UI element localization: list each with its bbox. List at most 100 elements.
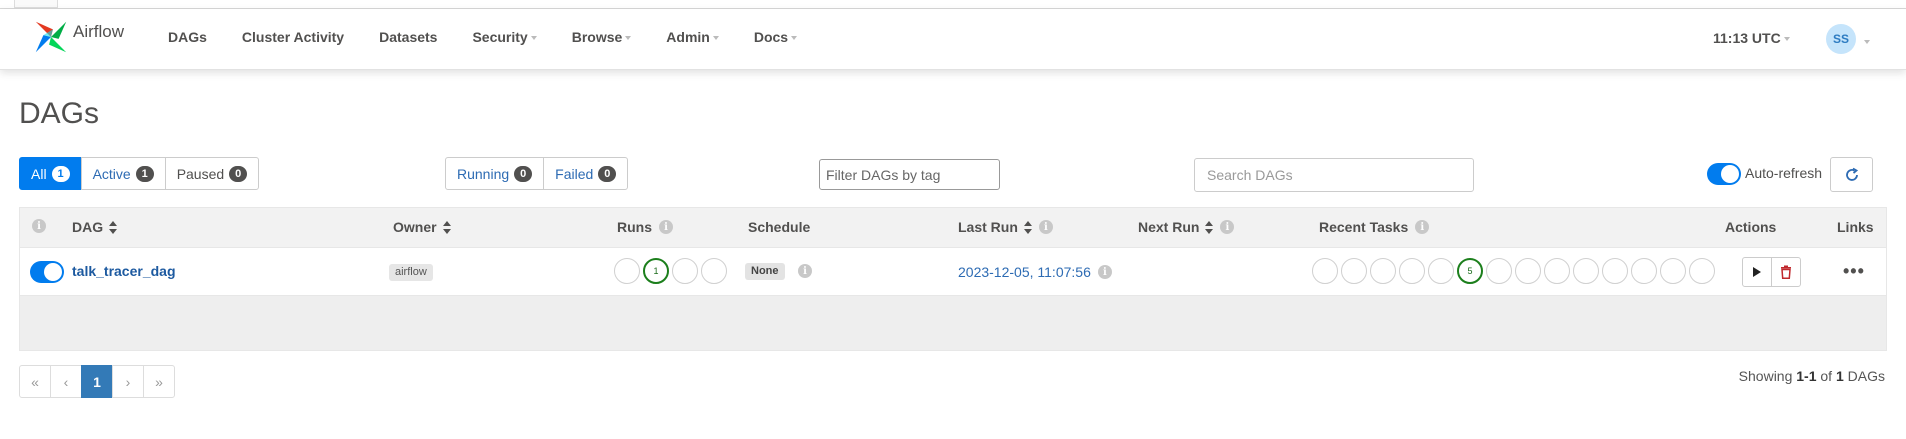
timezone-dropdown[interactable]: 11:13 UTC [1713,30,1790,46]
nav-browse-label: Browse [571,29,623,45]
chevron-down-icon [530,36,537,40]
task-status-circle[interactable] [1631,258,1657,284]
page-next-button[interactable]: › [112,365,144,398]
sort-icon [1023,220,1032,234]
auto-refresh-label: Auto-refresh [1745,165,1823,181]
header-schedule-label: Schedule [748,219,811,235]
nav-cluster-activity[interactable]: Cluster Activity [242,29,344,45]
user-avatar[interactable]: SS [1826,24,1856,54]
filter-failed-label: Failed [555,165,594,182]
task-status-circle[interactable] [1399,258,1425,284]
header-actions: Actions [1725,219,1776,235]
brand-name: Airflow [73,22,125,41]
tag-filter-input[interactable] [819,159,1000,190]
page-current-button[interactable]: 1 [81,365,113,398]
task-status-circle[interactable] [1544,258,1570,284]
task-status-circle[interactable] [1515,258,1541,284]
header-runs-label: Runs [617,219,652,235]
nav-security[interactable]: Security [472,29,537,45]
last-run[interactable]: 2023-12-05, 11:07:56 i [958,264,1112,280]
header-dag-label: DAG [72,219,104,235]
run-status-circle[interactable] [672,258,698,284]
nav-datasets[interactable]: Datasets [379,29,437,45]
header-schedule: Schedule [748,219,810,235]
nav-datasets-label: Datasets [379,29,438,45]
delete-dag-button[interactable] [1771,257,1801,287]
dag-actions [1742,257,1801,287]
header-last-run-label: Last Run [958,219,1018,235]
schedule-chip: None [745,263,785,280]
header-dag[interactable]: DAG [72,219,118,235]
task-status-circle[interactable] [1573,258,1599,284]
nav-browse[interactable]: Browse [572,29,632,45]
page-prev-button[interactable]: ‹ [50,365,82,398]
filter-failed-button[interactable]: Failed 0 [543,157,629,190]
nav-dags[interactable]: DAGs [168,29,207,45]
run-status-circle[interactable] [614,258,640,284]
nav-security-label: Security [472,29,528,45]
task-status-circle[interactable] [1370,258,1396,284]
task-status-circle[interactable] [1689,258,1715,284]
filter-all-count: 1 [51,165,70,182]
task-status-circle[interactable] [1428,258,1454,284]
filter-failed-count: 0 [598,165,617,182]
filter-running-button[interactable]: Running 0 [445,157,545,190]
runs-circles: 1 [614,258,730,284]
task-status-circle[interactable] [1312,258,1338,284]
header-owner-label: Owner [393,219,437,235]
filter-paused-count: 0 [229,165,248,182]
page-title: DAGs [19,97,100,130]
dag-link[interactable]: talk_tracer_dag [72,263,176,279]
chevron-down-icon [1864,40,1870,44]
showing-total: 1 [1835,368,1844,384]
header-next-run-label: Next Run [1138,219,1200,235]
status-filter-group: All 1 Active 1 Paused 0 [19,157,260,190]
more-links-icon[interactable]: ••• [1843,261,1865,282]
filter-running-label: Running [457,165,510,182]
auto-refresh-toggle[interactable] [1707,163,1741,185]
table-header: i DAG Owner Runs i Schedule Last Run i Nex… [20,208,1886,247]
task-status-circle[interactable] [1602,258,1628,284]
nav-docs[interactable]: Docs [754,29,798,45]
chevron-down-icon [625,36,632,40]
header-recent-tasks: Recent Tasks i [1319,219,1430,235]
info-icon[interactable]: i [798,264,812,278]
page-first-button[interactable]: « [19,365,51,398]
brand[interactable]: Airflow [32,18,124,56]
task-status-circle-success[interactable]: 5 [1457,258,1483,284]
task-status-circle[interactable] [1486,258,1512,284]
dag-pause-toggle[interactable] [30,261,64,283]
chevron-down-icon [712,36,719,40]
header-owner[interactable]: Owner [393,219,451,235]
header-last-run[interactable]: Last Run i [958,219,1053,235]
search-dags-input[interactable] [1194,158,1474,192]
sort-icon [109,220,118,234]
nav-cluster-activity-label: Cluster Activity [241,29,345,45]
header-links-label: Links [1837,219,1874,235]
header-next-run[interactable]: Next Run i [1138,219,1235,235]
filter-active-label: Active [92,165,131,182]
header-links: Links [1837,219,1874,235]
header-runs: Runs i [617,219,673,235]
task-status-circle[interactable] [1660,258,1686,284]
run-status-circle[interactable] [701,258,727,284]
page-last-button[interactable]: » [143,365,175,398]
task-status-circle[interactable] [1341,258,1367,284]
sort-icon [1205,220,1214,234]
run-status-circle-success[interactable]: 1 [643,258,669,284]
nav-admin[interactable]: Admin [666,29,719,45]
refresh-button[interactable] [1830,157,1873,192]
play-icon [1753,267,1761,277]
navbar: Airflow DAGs Cluster Activity Datasets S… [0,9,1906,70]
filter-paused-button[interactable]: Paused 0 [164,157,260,190]
info-icon: i [1097,265,1112,279]
browser-top-strip [0,0,1906,9]
top-strip-tab [14,0,58,8]
trigger-dag-button[interactable] [1742,257,1772,287]
owner-chip[interactable]: airflow [389,264,433,281]
filter-active-button[interactable]: Active 1 [80,157,166,190]
filter-all-button[interactable]: All 1 [19,157,82,190]
refresh-icon [1845,167,1858,181]
info-icon: i [1038,220,1053,234]
trash-icon [1781,265,1791,279]
